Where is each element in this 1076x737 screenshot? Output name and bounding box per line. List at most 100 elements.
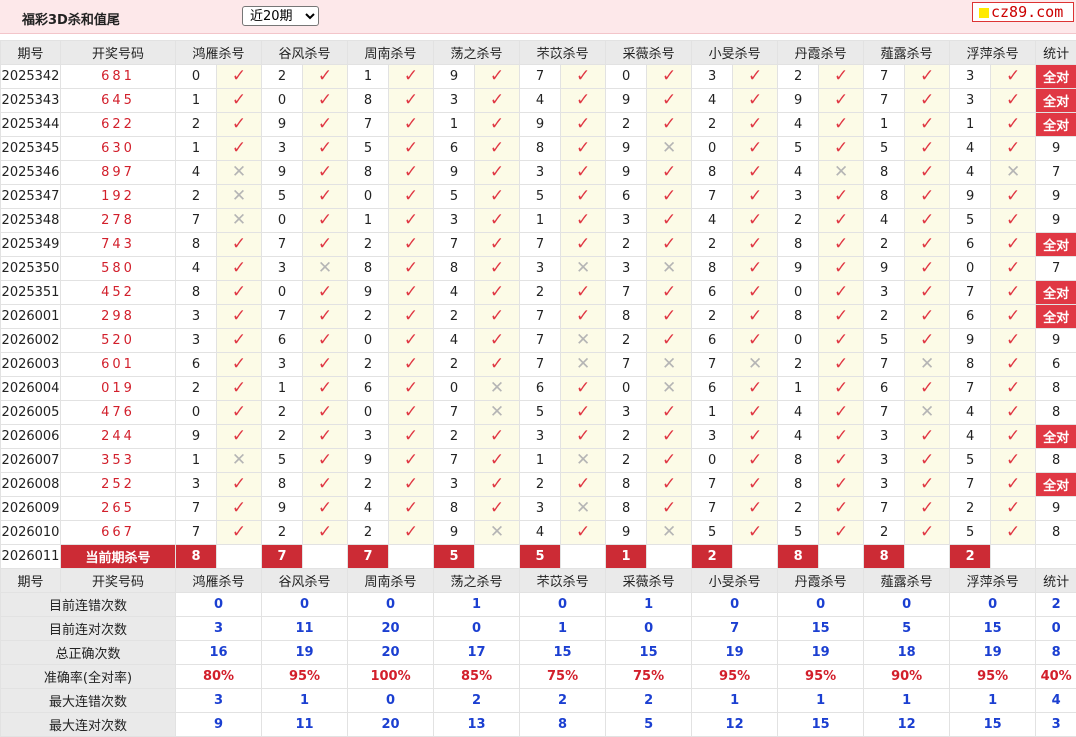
check-icon: ✓ bbox=[1006, 522, 1020, 542]
kill-number-cell: 0 bbox=[176, 401, 217, 425]
check-icon: ✓ bbox=[490, 306, 504, 326]
header-row: 期号开奖号码鸿雁杀号谷风杀号周南杀号荡之杀号芣苡杀号采薇杀号小旻杀号丹霞杀号薤露… bbox=[1, 569, 1076, 593]
result-cell: ✓ bbox=[303, 65, 348, 89]
col-expert-header[interactable]: 小旻杀号 bbox=[692, 41, 778, 65]
col-expert-header[interactable]: 周南杀号 bbox=[348, 569, 434, 593]
col-expert-header[interactable]: 荡之杀号 bbox=[434, 569, 520, 593]
col-expert-header[interactable]: 浮萍杀号 bbox=[950, 41, 1036, 65]
col-expert-header[interactable]: 周南杀号 bbox=[348, 41, 434, 65]
check-icon: ✓ bbox=[920, 162, 934, 182]
summary-value: 18 bbox=[864, 641, 950, 665]
col-expert-header[interactable]: 鸿雁杀号 bbox=[176, 41, 262, 65]
table-row: 20260025203✓6✓0✓4✓7✕2✓6✓0✓5✓9✓9 bbox=[1, 329, 1076, 353]
check-icon: ✓ bbox=[748, 330, 762, 350]
summary-value: 0 bbox=[434, 617, 520, 641]
col-expert-header[interactable]: 谷风杀号 bbox=[262, 569, 348, 593]
draw-number-cell: 601 bbox=[61, 353, 176, 377]
col-expert-header[interactable]: 浮萍杀号 bbox=[950, 569, 1036, 593]
kill-number-cell: 4 bbox=[778, 425, 819, 449]
result-cell: ✓ bbox=[561, 473, 606, 497]
site-logo[interactable]: cz89.com bbox=[972, 2, 1074, 22]
table-row: 20260040192✓1✓6✓0✕6✓0✕6✓1✓6✓7✓8 bbox=[1, 377, 1076, 401]
col-expert-header[interactable]: 薤露杀号 bbox=[864, 41, 950, 65]
result-cell: ✕ bbox=[647, 257, 692, 281]
kill-number-cell: 4 bbox=[434, 329, 475, 353]
col-expert-header[interactable]: 小旻杀号 bbox=[692, 569, 778, 593]
draw-number-cell: 278 bbox=[61, 209, 176, 233]
kill-number-cell: 4 bbox=[778, 113, 819, 137]
col-expert-header[interactable]: 采薇杀号 bbox=[606, 41, 692, 65]
kill-number-cell: 5 bbox=[520, 401, 561, 425]
issue-cell: 2025350 bbox=[1, 257, 61, 281]
kill-number-cell: 3 bbox=[950, 89, 991, 113]
kill-number-cell: 2 bbox=[778, 65, 819, 89]
result-cell: ✕ bbox=[475, 377, 520, 401]
check-icon: ✓ bbox=[404, 378, 418, 398]
col-expert-header[interactable]: 采薇杀号 bbox=[606, 569, 692, 593]
result-cell: ✓ bbox=[905, 209, 950, 233]
summary-row: 总正确次数161920171515191918198 bbox=[1, 641, 1076, 665]
check-icon: ✓ bbox=[1006, 450, 1020, 470]
col-expert-header[interactable]: 丹霞杀号 bbox=[778, 569, 864, 593]
result-cell: ✕ bbox=[217, 209, 262, 233]
check-icon: ✓ bbox=[232, 378, 246, 398]
col-expert-header[interactable]: 鸿雁杀号 bbox=[176, 569, 262, 593]
check-icon: ✓ bbox=[834, 90, 848, 110]
check-icon: ✓ bbox=[920, 186, 934, 206]
result-cell: ✓ bbox=[733, 209, 778, 233]
check-icon: ✓ bbox=[834, 426, 848, 446]
col-expert-header[interactable]: 谷风杀号 bbox=[262, 41, 348, 65]
check-icon: ✓ bbox=[490, 210, 504, 230]
page-title: 福彩3D杀和值尾 bbox=[22, 9, 120, 28]
kill-number-cell: 0 bbox=[692, 137, 733, 161]
logo-text: cz89.com bbox=[991, 3, 1063, 21]
col-expert-header[interactable]: 丹霞杀号 bbox=[778, 41, 864, 65]
col-expert-header[interactable]: 芣苡杀号 bbox=[520, 569, 606, 593]
result-cell: ✓ bbox=[561, 185, 606, 209]
cross-icon: ✕ bbox=[1006, 162, 1020, 182]
current-kill-number: 5 bbox=[434, 545, 475, 569]
col-expert-header[interactable]: 薤露杀号 bbox=[864, 569, 950, 593]
result-cell: ✓ bbox=[819, 89, 864, 113]
check-icon: ✓ bbox=[404, 66, 418, 86]
issue-cell: 2025343 bbox=[1, 89, 61, 113]
check-icon: ✓ bbox=[920, 90, 934, 110]
kill-number-cell: 7 bbox=[262, 233, 303, 257]
kill-number-cell: 2 bbox=[348, 353, 389, 377]
table-row: 20253471922✕5✓0✓5✓5✓6✓7✓3✓8✓9✓9 bbox=[1, 185, 1076, 209]
all-correct-badge: 全对 bbox=[1036, 113, 1076, 137]
result-cell: ✕ bbox=[991, 161, 1036, 185]
issue-cell: 2026001 bbox=[1, 305, 61, 329]
kill-number-cell: 9 bbox=[606, 137, 647, 161]
col-expert-header[interactable]: 芣苡杀号 bbox=[520, 41, 606, 65]
result-cell: ✓ bbox=[303, 281, 348, 305]
check-icon: ✓ bbox=[318, 186, 332, 206]
check-icon: ✓ bbox=[490, 90, 504, 110]
check-icon: ✓ bbox=[834, 402, 848, 422]
summary-value: 95% bbox=[778, 665, 864, 689]
check-icon: ✓ bbox=[318, 450, 332, 470]
issue-cell: 2025342 bbox=[1, 65, 61, 89]
table-row: 20253436451✓0✓8✓3✓4✓9✓4✓9✓7✓3✓全对 bbox=[1, 89, 1076, 113]
period-select[interactable]: 近20期 bbox=[242, 6, 319, 26]
stat-cell: 8 bbox=[1036, 521, 1076, 545]
kill-number-cell: 2 bbox=[262, 521, 303, 545]
kill-number-cell: 6 bbox=[692, 377, 733, 401]
summary-row: 最大连错次数31022211114 bbox=[1, 689, 1076, 713]
result-cell: ✓ bbox=[819, 353, 864, 377]
result-cell: ✓ bbox=[561, 521, 606, 545]
draw-number-cell: 452 bbox=[61, 281, 176, 305]
kill-number-cell: 2 bbox=[778, 497, 819, 521]
result-cell: ✓ bbox=[561, 113, 606, 137]
col-expert-header[interactable]: 荡之杀号 bbox=[434, 41, 520, 65]
check-icon: ✓ bbox=[748, 234, 762, 254]
result-cell: ✓ bbox=[389, 65, 434, 89]
result-cell: ✓ bbox=[991, 353, 1036, 377]
kill-number-cell: 3 bbox=[262, 137, 303, 161]
current-kill-blank bbox=[819, 545, 864, 569]
check-icon: ✓ bbox=[318, 138, 332, 158]
kill-number-cell: 1 bbox=[950, 113, 991, 137]
check-icon: ✓ bbox=[662, 426, 676, 446]
current-kill-label: 当前期杀号 bbox=[61, 545, 176, 569]
kill-number-cell: 3 bbox=[434, 473, 475, 497]
